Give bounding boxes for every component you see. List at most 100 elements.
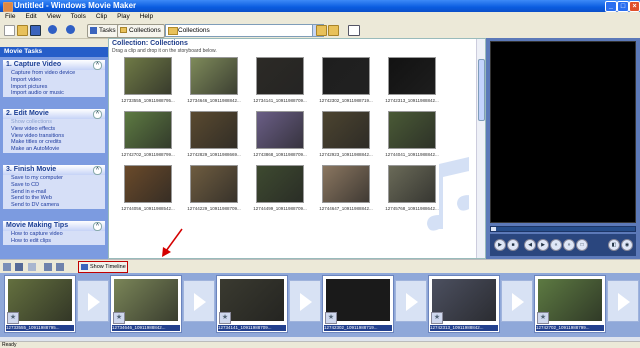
seek-thumb[interactable] (491, 227, 496, 231)
rewind-icon[interactable] (44, 263, 52, 271)
audio-levels-icon[interactable] (15, 263, 23, 271)
collections-button[interactable]: Collections (117, 24, 165, 38)
collapse-icon[interactable]: ^ (93, 222, 102, 231)
menu-edit[interactable]: Edit (20, 12, 41, 22)
clip-caption: 12742702_10911988799... (536, 325, 604, 331)
section-header[interactable]: 1. Capture Video ^ (3, 60, 105, 70)
collection-scrollbar[interactable] (476, 39, 485, 258)
play-storyboard-icon[interactable] (56, 263, 64, 271)
forward-icon[interactable]: » (563, 239, 575, 251)
task-link[interactable]: How to capture video (3, 231, 105, 238)
menu-view[interactable]: View (42, 12, 66, 22)
task-link[interactable]: Send to DV camera (3, 202, 105, 209)
clip-thumbnail[interactable] (190, 57, 238, 95)
transition-slot[interactable] (395, 280, 427, 322)
maximize-button[interactable]: □ (617, 1, 629, 12)
storyboard-clip[interactable]: ★ 12734141_10911988709... (216, 275, 288, 333)
clip-thumbnail[interactable] (190, 111, 238, 149)
task-link[interactable]: View video effects (3, 126, 105, 133)
task-link[interactable]: Import pictures (3, 84, 105, 91)
take-picture-icon[interactable]: ◉ (621, 239, 633, 251)
stop-icon[interactable]: ■ (507, 239, 519, 251)
storyboard-clip[interactable]: ★ 12734646_10911988842... (110, 275, 182, 333)
task-link[interactable]: Save to my computer (3, 175, 105, 182)
section-header[interactable]: 3. Finish Movie ^ (3, 165, 105, 175)
task-link[interactable]: Send to the Web (3, 195, 105, 202)
new-folder-icon[interactable] (328, 25, 339, 36)
task-link[interactable]: Show collections (3, 119, 105, 126)
video-effect-icon[interactable]: ★ (219, 312, 231, 324)
video-effect-icon[interactable]: ★ (325, 312, 337, 324)
collection-select[interactable]: Collections ▼ (165, 24, 324, 37)
section-header[interactable]: Movie Making Tips ^ (3, 221, 105, 231)
zoom-icon[interactable] (28, 263, 36, 271)
minimize-button[interactable]: _ (605, 1, 617, 12)
video-effect-icon[interactable]: ★ (7, 312, 19, 324)
section-header[interactable]: 2. Edit Movie ^ (3, 109, 105, 119)
clip-thumbnail[interactable] (124, 111, 172, 149)
redo-icon[interactable] (66, 25, 75, 34)
split-clip-icon[interactable]: ◧ (608, 239, 620, 251)
clip-thumbnail[interactable] (256, 165, 304, 203)
menu-file[interactable]: File (0, 12, 20, 22)
transition-slot[interactable] (501, 280, 533, 322)
back-icon[interactable]: « (550, 239, 562, 251)
new-project-icon[interactable] (4, 25, 15, 36)
menu-clip[interactable]: Clip (91, 12, 112, 22)
menu-tools[interactable]: Tools (66, 12, 91, 22)
menu-play[interactable]: Play (112, 12, 135, 22)
save-project-icon[interactable] (30, 25, 41, 36)
transition-slot[interactable] (77, 280, 109, 322)
clip-thumbnail[interactable] (256, 57, 304, 95)
storyboard-clip[interactable]: ★ 12742313_10911988842... (428, 275, 500, 333)
scroll-thumb[interactable] (478, 59, 485, 121)
undo-icon[interactable] (48, 25, 57, 34)
video-effect-icon[interactable]: ★ (113, 312, 125, 324)
show-timeline-button[interactable]: Show Timeline (78, 261, 128, 273)
task-link[interactable]: Import audio or music (3, 90, 105, 97)
seek-bar[interactable] (490, 226, 636, 232)
task-link[interactable]: View video transitions (3, 133, 105, 140)
task-link[interactable]: Capture from video device (3, 70, 105, 77)
menu-help[interactable]: Help (135, 12, 158, 22)
task-link[interactable]: Import video (3, 77, 105, 84)
clip-thumbnail[interactable] (124, 57, 172, 95)
clip-thumbnail[interactable] (256, 111, 304, 149)
collapse-icon[interactable]: ^ (93, 61, 102, 70)
clip-thumbnail[interactable] (322, 111, 370, 149)
clip-thumbnail[interactable] (124, 165, 172, 203)
video-effect-icon[interactable]: ★ (431, 312, 443, 324)
collection-select-value: Collections (178, 27, 210, 34)
previous-frame-icon[interactable]: ◀ (524, 239, 536, 251)
play-icon[interactable]: ▶ (494, 239, 506, 251)
clip-thumbnail[interactable] (322, 57, 370, 95)
close-button[interactable]: × (629, 1, 640, 12)
transition-slot[interactable] (607, 280, 639, 322)
collapse-icon[interactable]: ^ (93, 166, 102, 175)
tasks-button[interactable]: Tasks (87, 24, 120, 38)
video-effect-icon[interactable]: ★ (537, 312, 549, 324)
task-link[interactable]: Send in e-mail (3, 189, 105, 196)
clip-thumbnail[interactable] (388, 111, 436, 149)
collapse-icon[interactable]: ^ (93, 110, 102, 119)
task-link[interactable]: How to edit clips (3, 238, 105, 245)
clip-thumbnail[interactable] (388, 57, 436, 95)
collection-pane: Collection: Collections Drag a clip and … (108, 38, 486, 259)
task-link[interactable]: Save to CD (3, 182, 105, 189)
transition-slot[interactable] (289, 280, 321, 322)
clip-thumbnail[interactable] (190, 165, 238, 203)
task-link[interactable]: Make titles or credits (3, 139, 105, 146)
storyboard-clip[interactable]: ★ 12742302_10911988719... (322, 275, 394, 333)
full-screen-icon[interactable]: □ (576, 239, 588, 251)
transition-slot[interactable] (183, 280, 215, 322)
clip-thumbnail[interactable] (322, 165, 370, 203)
views-icon[interactable] (348, 25, 360, 36)
narrate-icon[interactable] (3, 263, 11, 271)
storyboard-clip[interactable]: ★ 12733555_10911988795... (4, 275, 76, 333)
next-frame-icon[interactable]: ▶ (537, 239, 549, 251)
storyboard-clip[interactable]: ★ 12742702_10911988799... (534, 275, 606, 333)
up-folder-icon[interactable] (316, 25, 327, 36)
clip-label: 12733555_10911988795... (121, 98, 175, 103)
task-link[interactable]: Make an AutoMovie (3, 146, 105, 153)
open-project-icon[interactable] (17, 25, 28, 36)
